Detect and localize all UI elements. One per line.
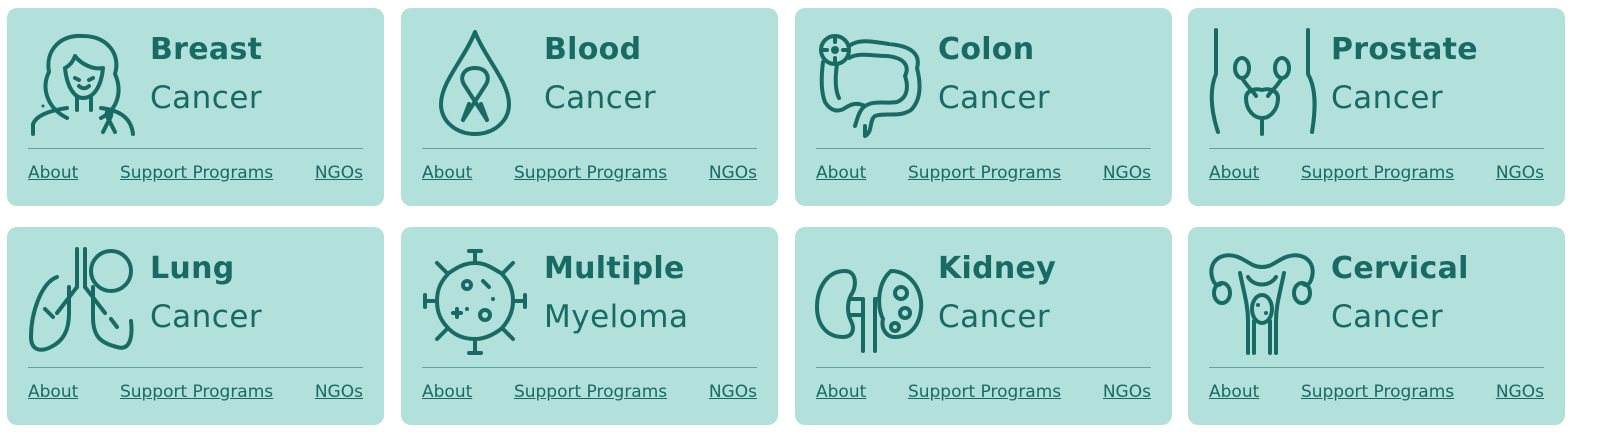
card-subtitle: Cancer xyxy=(938,80,1051,116)
card-links: About Support Programs NGOs xyxy=(1209,379,1544,405)
ngos-link[interactable]: NGOs xyxy=(709,163,757,183)
about-link[interactable]: About xyxy=(422,163,472,183)
support-programs-link[interactable]: Support Programs xyxy=(120,382,273,402)
divider xyxy=(422,148,757,149)
about-link[interactable]: About xyxy=(28,163,78,183)
blood-drop-ribbon-icon xyxy=(421,28,531,140)
card-colon-cancer: Colon Cancer About Support Programs NGOs xyxy=(795,8,1172,206)
about-link[interactable]: About xyxy=(816,382,866,402)
kidney-icon xyxy=(815,247,925,359)
divider xyxy=(422,367,757,368)
card-kidney-cancer: Kidney Cancer About Support Programs NGO… xyxy=(795,227,1172,425)
card-links: About Support Programs NGOs xyxy=(28,379,363,405)
card-links: About Support Programs NGOs xyxy=(816,379,1151,405)
ngos-link[interactable]: NGOs xyxy=(1103,382,1151,402)
card-subtitle: Cancer xyxy=(1331,80,1444,116)
card-title: Blood xyxy=(544,32,642,67)
about-link[interactable]: About xyxy=(1209,163,1259,183)
divider xyxy=(28,148,363,149)
card-prostate-cancer: Prostate Cancer About Support Programs N… xyxy=(1188,8,1565,206)
support-programs-link[interactable]: Support Programs xyxy=(1301,382,1454,402)
card-links: About Support Programs NGOs xyxy=(28,160,363,186)
card-subtitle: Cancer xyxy=(544,80,657,116)
divider xyxy=(1209,148,1544,149)
support-programs-link[interactable]: Support Programs xyxy=(908,382,1061,402)
lungs-icon xyxy=(27,247,137,359)
card-subtitle: Cancer xyxy=(1331,299,1444,335)
cancer-type-grid: Breast Cancer About Support Programs NGO… xyxy=(0,0,1597,438)
support-programs-link[interactable]: Support Programs xyxy=(1301,163,1454,183)
card-links: About Support Programs NGOs xyxy=(422,160,757,186)
card-title: Cervical xyxy=(1331,251,1469,286)
about-link[interactable]: About xyxy=(422,382,472,402)
support-programs-link[interactable]: Support Programs xyxy=(514,382,667,402)
ngos-link[interactable]: NGOs xyxy=(1103,163,1151,183)
colon-icon xyxy=(815,28,925,140)
card-subtitle: Myeloma xyxy=(544,299,689,335)
card-title: Colon xyxy=(938,32,1035,67)
card-subtitle: Cancer xyxy=(150,80,263,116)
divider xyxy=(816,367,1151,368)
card-title: Kidney xyxy=(938,251,1057,286)
uterus-icon xyxy=(1208,247,1318,359)
prostate-icon xyxy=(1208,28,1318,140)
card-subtitle: Cancer xyxy=(150,299,263,335)
ngos-link[interactable]: NGOs xyxy=(315,382,363,402)
card-links: About Support Programs NGOs xyxy=(422,379,757,405)
ngos-link[interactable]: NGOs xyxy=(315,163,363,183)
support-programs-link[interactable]: Support Programs xyxy=(120,163,273,183)
card-cervical-cancer: Cervical Cancer About Support Programs N… xyxy=(1188,227,1565,425)
card-subtitle: Cancer xyxy=(938,299,1051,335)
about-link[interactable]: About xyxy=(816,163,866,183)
card-links: About Support Programs NGOs xyxy=(816,160,1151,186)
divider xyxy=(1209,367,1544,368)
card-links: About Support Programs NGOs xyxy=(1209,160,1544,186)
support-programs-link[interactable]: Support Programs xyxy=(908,163,1061,183)
about-link[interactable]: About xyxy=(1209,382,1259,402)
ngos-link[interactable]: NGOs xyxy=(1496,382,1544,402)
card-title: Multiple xyxy=(544,251,685,286)
card-title: Prostate xyxy=(1331,32,1478,67)
ngos-link[interactable]: NGOs xyxy=(709,382,757,402)
breast-cancer-woman-icon xyxy=(27,28,137,140)
divider xyxy=(816,148,1151,149)
divider xyxy=(28,367,363,368)
myeloma-cell-icon xyxy=(421,247,531,359)
card-title: Lung xyxy=(150,251,235,286)
card-title: Breast xyxy=(150,32,263,67)
card-lung-cancer: Lung Cancer About Support Programs NGOs xyxy=(7,227,384,425)
card-multiple-myeloma: Multiple Myeloma About Support Programs … xyxy=(401,227,778,425)
card-blood-cancer: Blood Cancer About Support Programs NGOs xyxy=(401,8,778,206)
about-link[interactable]: About xyxy=(28,382,78,402)
support-programs-link[interactable]: Support Programs xyxy=(514,163,667,183)
ngos-link[interactable]: NGOs xyxy=(1496,163,1544,183)
card-breast-cancer: Breast Cancer About Support Programs NGO… xyxy=(7,8,384,206)
